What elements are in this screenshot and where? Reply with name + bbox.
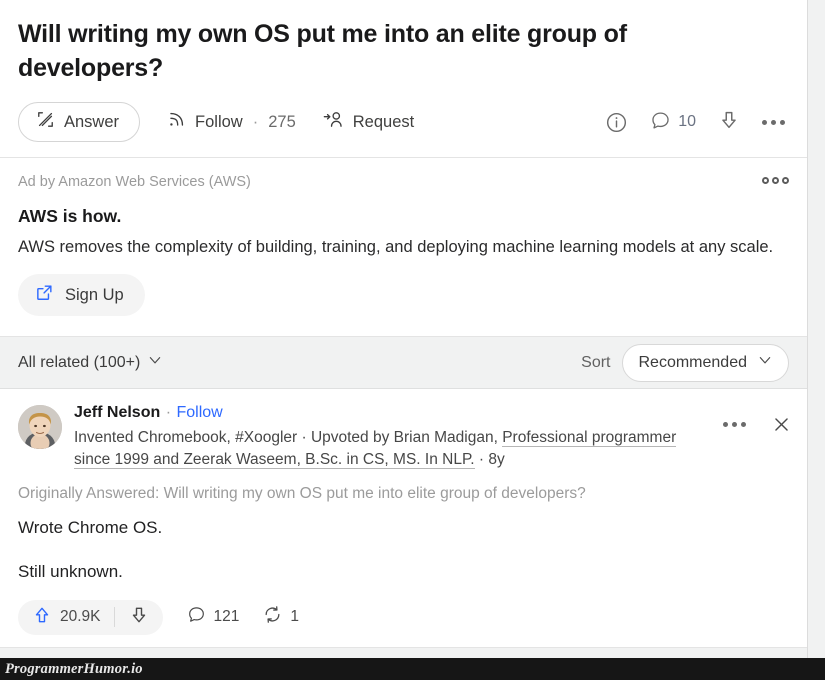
follow-count: 275 [268,112,296,131]
upvote-arrow-icon [32,605,52,629]
answer-button[interactable]: Answer [18,102,141,142]
ad-option-dot [772,177,779,184]
vote-pill: 20.9K [18,599,163,635]
answer-author-credential: Invented Chromebook, #Xoogler · Upvoted … [74,427,699,471]
follow-label: Follow [195,112,243,131]
answer-header-actions [723,415,791,434]
question-action-bar: Answer Follow · 275 Request 10 [18,101,789,143]
answer-comment-count: 121 [213,608,240,626]
downvote-arrow-icon [718,109,740,135]
answer-follow-link[interactable]: Follow [176,404,222,421]
ad-options-button[interactable] [762,177,789,184]
question-more-button[interactable] [762,119,785,125]
ad-signup-label: Sign Up [65,285,124,304]
sort-value: Recommended [638,353,748,371]
all-related-filter[interactable]: All related (100+) [18,353,162,372]
answers-filter-bar: All related (100+) Sort Recommended [0,337,807,390]
sort-label: Sort [581,353,611,371]
originally-answered-note: Originally Answered: Will writing my own… [18,484,586,502]
more-dot [732,422,737,428]
answer-author-block: Jeff Nelson · Follow Invented Chromebook… [74,403,789,471]
answer-comments-button[interactable]: 121 [187,605,240,629]
watermark-text: ProgrammerHumor.io [5,660,143,677]
chevron-down-icon [148,353,162,372]
answer-author-line: Jeff Nelson · Follow [74,403,699,424]
more-dot [780,119,785,125]
answer-share-count: 1 [290,608,300,626]
answer-paragraph: Wrote Chrome OS. [18,517,163,537]
question-comment-count: 10 [678,113,696,130]
comment-icon [650,110,671,135]
upvote-count: 20.9K [60,608,101,626]
answer-more-button[interactable] [723,422,746,428]
ad-option-dot [762,177,769,184]
question-meta-icons: 10 [605,109,789,135]
ad-headline: AWS is how. [18,206,122,226]
more-dot [723,422,728,428]
credential-suffix: · 8y [474,450,505,468]
close-x-icon[interactable] [772,415,791,434]
repost-icon [263,605,282,629]
person-add-icon [323,110,344,134]
watermark-bar: ProgrammerHumor.io [0,658,825,680]
external-link-icon [35,283,54,307]
follow-dot-separator: · [252,112,259,131]
follow-question-button[interactable]: Follow · 275 [167,110,296,134]
more-dot [771,119,776,125]
answer-button-label: Answer [64,112,120,131]
credential-prefix: Invented Chromebook, #Xoogler · Upvoted … [74,428,503,446]
question-card: Will writing my own OS put me into an el… [0,0,807,158]
page-title: Will writing my own OS put me into an el… [18,20,627,82]
ad-attribution-label: Ad by Amazon Web Services (AWS) [18,174,251,190]
downvote-arrow-icon [129,605,149,629]
more-dot [762,119,767,125]
upvote-button[interactable]: 20.9K [18,600,114,635]
ad-body-text: AWS removes the complexity of building, … [18,238,774,256]
quora-answer-page: Will writing my own OS put me into an el… [0,0,825,680]
content-column: Will writing my own OS put me into an el… [0,0,808,658]
answer-header: Jeff Nelson · Follow Invented Chromebook… [18,403,789,471]
answer-share-button[interactable]: 1 [263,605,299,629]
more-dot [741,422,746,428]
answer-action-bar: 20.9K 121 1 [18,599,789,635]
ad-option-dot [782,177,789,184]
sort-dropdown[interactable]: Recommended [621,343,789,382]
answer-author-name[interactable]: Jeff Nelson [74,404,160,421]
info-circle-icon[interactable] [605,111,628,134]
request-answer-button[interactable]: Request [323,110,414,134]
all-related-label: All related (100+) [18,353,141,371]
downvote-button[interactable] [115,600,163,635]
chevron-down-icon [758,353,772,372]
pencil-square-icon [36,110,55,134]
author-dot-separator: · [165,404,172,422]
answer-card: Jeff Nelson · Follow Invented Chromebook… [0,389,807,649]
question-downvote-button[interactable] [718,109,740,135]
comment-icon [187,605,206,629]
advertisement-card: Ad by Amazon Web Services (AWS) AWS is h… [0,158,807,338]
request-label: Request [352,112,415,131]
rss-follow-icon [167,110,186,134]
ad-signup-button[interactable]: Sign Up [18,274,145,317]
answer-paragraph: Still unknown. [18,561,123,581]
question-comments-button[interactable]: 10 [650,110,696,135]
avatar[interactable] [18,405,62,450]
